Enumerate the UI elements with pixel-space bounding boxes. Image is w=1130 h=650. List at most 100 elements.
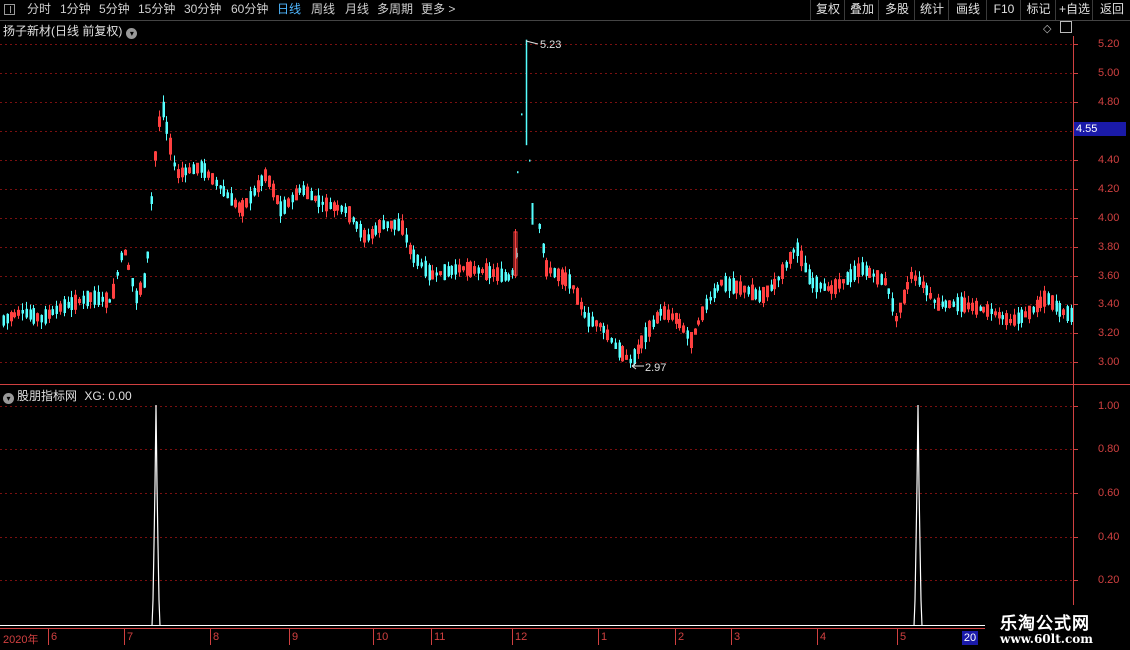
period-tab-0[interactable]: 分时 bbox=[24, 0, 54, 20]
candle-up bbox=[112, 283, 115, 299]
toolbar-button-0[interactable]: 复权 bbox=[810, 0, 845, 20]
candle-down bbox=[1020, 309, 1023, 323]
watermark-title: 乐淘公式网 bbox=[1000, 614, 1090, 634]
candle-up bbox=[241, 200, 244, 217]
candle-down bbox=[618, 342, 621, 358]
candle-up bbox=[640, 335, 643, 349]
candle-down bbox=[428, 265, 431, 281]
chevron-down-icon[interactable]: ▾ bbox=[126, 28, 138, 39]
candle-up bbox=[196, 162, 199, 174]
candle-up bbox=[473, 266, 476, 274]
candle-down bbox=[614, 342, 617, 350]
period-tab-2[interactable]: 5分钟 bbox=[96, 0, 133, 20]
candle-down bbox=[770, 284, 773, 291]
toolbar-button-7[interactable]: +自选 bbox=[1055, 0, 1093, 20]
low-price-label: 2.97 bbox=[645, 362, 667, 374]
diamond-icon[interactable]: ◇ bbox=[1043, 22, 1051, 35]
period-tab-9[interactable]: 多周期 bbox=[374, 0, 416, 20]
period-tab-3[interactable]: 15分钟 bbox=[135, 0, 178, 20]
candle-down bbox=[724, 275, 727, 292]
candle-up bbox=[333, 202, 336, 211]
candle-down bbox=[317, 195, 320, 207]
candle-up bbox=[287, 198, 290, 207]
candle-down bbox=[602, 325, 605, 333]
candle-up bbox=[371, 228, 374, 239]
candle-down bbox=[960, 296, 963, 312]
candle-up bbox=[656, 312, 659, 324]
toolbar-button-2[interactable]: 多股 bbox=[878, 0, 915, 20]
panel-toggle-icon[interactable] bbox=[1060, 21, 1072, 33]
date-tick: 2020年 bbox=[3, 634, 39, 646]
candle-down bbox=[941, 301, 944, 307]
date-scroll-box[interactable]: 20 bbox=[962, 631, 978, 645]
candle-down bbox=[219, 185, 222, 189]
toolbar-button-1[interactable]: 叠加 bbox=[844, 0, 879, 20]
window-icon[interactable] bbox=[4, 4, 15, 15]
candle-up bbox=[1024, 311, 1027, 318]
current-price-tag: 4.55 bbox=[1074, 122, 1126, 136]
candle-up bbox=[314, 195, 317, 201]
candle-down bbox=[165, 121, 168, 134]
toolbar-button-3[interactable]: 统计 bbox=[914, 0, 949, 20]
candle-up bbox=[986, 304, 989, 317]
period-tab-1[interactable]: 1分钟 bbox=[57, 0, 94, 20]
period-tab-5[interactable]: 60分钟 bbox=[228, 0, 271, 20]
candle-down bbox=[1017, 312, 1020, 324]
candle-down bbox=[310, 191, 313, 201]
indicator-name: 股朋指标网 bbox=[17, 389, 78, 403]
candle-down bbox=[101, 296, 104, 302]
candle-up bbox=[580, 301, 583, 310]
candle-up bbox=[1028, 305, 1031, 320]
candle-down bbox=[200, 161, 203, 173]
candle-down bbox=[416, 254, 419, 266]
period-tab-8[interactable]: 月线 bbox=[342, 0, 372, 20]
candle-down bbox=[521, 113, 523, 116]
candle-up bbox=[1039, 296, 1042, 309]
period-tab-10[interactable]: 更多 > bbox=[418, 0, 458, 20]
candle-up bbox=[485, 263, 488, 280]
candle-down bbox=[355, 221, 358, 229]
candle-down bbox=[393, 219, 396, 230]
candle-up bbox=[842, 279, 845, 284]
candle-up bbox=[295, 188, 298, 201]
date-tick: 4 bbox=[820, 631, 827, 643]
candle-down bbox=[477, 267, 480, 274]
candle-up bbox=[929, 292, 932, 299]
candle-up bbox=[154, 151, 157, 161]
candle-down bbox=[32, 308, 35, 324]
candle-up bbox=[89, 292, 92, 302]
candle-down bbox=[86, 290, 89, 307]
candle-down bbox=[846, 272, 849, 285]
candle-up bbox=[549, 267, 552, 274]
candle-up bbox=[74, 294, 77, 310]
period-tab-4[interactable]: 30分钟 bbox=[181, 0, 224, 20]
candle-down bbox=[120, 252, 123, 261]
chevron-down-icon[interactable]: ▾ bbox=[3, 393, 14, 404]
period-tab-7[interactable]: 周线 bbox=[308, 0, 338, 20]
toolbar-button-5[interactable]: F10 bbox=[986, 0, 1021, 20]
period-tab-6[interactable]: 日线 bbox=[274, 0, 304, 20]
xg-signal-spike bbox=[151, 404, 161, 627]
candle-up bbox=[268, 175, 271, 187]
candle-up bbox=[564, 272, 567, 287]
candle-down bbox=[529, 159, 531, 162]
candle-down bbox=[754, 289, 757, 300]
candle-up bbox=[998, 312, 1001, 319]
date-tick: 6 bbox=[51, 631, 58, 643]
candle-up bbox=[781, 264, 784, 279]
price-tick: 3.20 bbox=[1098, 327, 1120, 339]
toolbar-button-6[interactable]: 标记 bbox=[1020, 0, 1056, 20]
candle-up bbox=[694, 328, 697, 335]
candle-down bbox=[880, 274, 883, 285]
candle-down bbox=[732, 278, 735, 294]
candle-down bbox=[386, 221, 389, 228]
candle-down bbox=[283, 199, 286, 214]
candle-up bbox=[439, 271, 442, 276]
toolbar-button-4[interactable]: 画线 bbox=[948, 0, 987, 20]
candle-down bbox=[298, 187, 301, 193]
candle-up bbox=[238, 202, 241, 213]
candle-up bbox=[188, 167, 191, 174]
candle-up bbox=[325, 197, 328, 212]
date-tick: 11 bbox=[434, 631, 446, 643]
toolbar-button-8[interactable]: 返回 bbox=[1092, 0, 1130, 20]
